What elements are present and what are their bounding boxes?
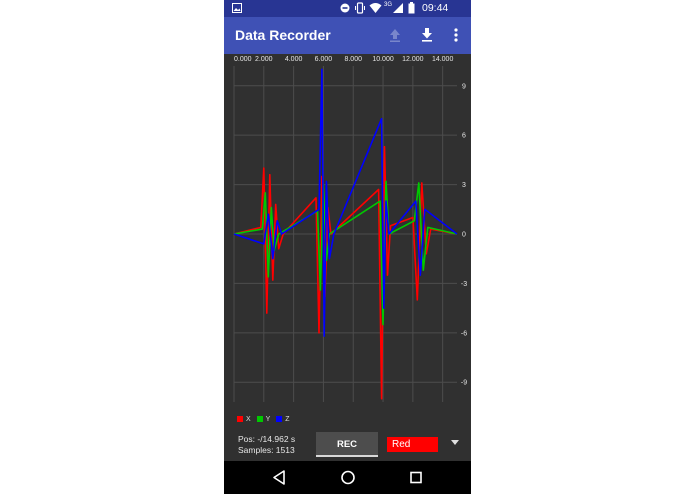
app-bar: Data Recorder: [224, 17, 471, 54]
legend-item-z: Z: [276, 416, 290, 423]
network-type-label: 3G: [384, 2, 393, 8]
x-tick-label: 10.000: [372, 56, 394, 63]
status-bar: 3G 09:44: [224, 0, 471, 17]
legend-label-z: Z: [285, 416, 290, 423]
navigation-bar: [224, 461, 471, 494]
legend-swatch-z: [276, 416, 283, 423]
legend-swatch-y: [256, 416, 263, 423]
x-tick-label: 14.000: [432, 56, 454, 63]
x-tick-label: 6.000: [315, 56, 333, 63]
dropdown-arrow-icon[interactable]: [451, 440, 459, 445]
legend-label-y: Y: [265, 416, 271, 423]
legend-item-x: X: [237, 416, 251, 423]
status-time: 09:44: [422, 2, 449, 14]
position-readout: Pos: -/14.962 s: [238, 434, 296, 444]
x-tick-label: 8.000: [344, 56, 362, 63]
y-tick-label: 0: [462, 232, 466, 239]
x-tick-label: 4.000: [285, 56, 303, 63]
app-title: Data Recorder: [235, 27, 331, 43]
battery-icon: [408, 2, 415, 14]
samples-count: Samples: 1513: [238, 445, 295, 455]
x-tick-label: 2.000: [255, 56, 273, 63]
y-tick-label: 9: [462, 83, 466, 90]
plot-svg: 0.000 2.000 4.000 6.000 8.000 10.000 12.000 14.…: [233, 56, 467, 402]
image-icon: [232, 3, 242, 13]
legend-item-y: Y: [256, 416, 271, 423]
upload-icon[interactable]: [385, 25, 405, 45]
signal-icon: [393, 3, 403, 13]
y-tick-label: -9: [461, 380, 467, 387]
signal-plot[interactable]: 0.000 2.000 4.000 6.000 8.000 10.000 12.000 14.…: [224, 54, 471, 410]
color-select[interactable]: Red: [387, 437, 438, 452]
recording-info: Pos: -/14.962 s Samples: 1513: [238, 434, 295, 456]
back-icon[interactable]: [259, 461, 299, 494]
x-tick-label: 12.000: [402, 56, 424, 63]
vibrate-icon: [355, 2, 365, 14]
y-tick-label: -6: [461, 330, 467, 337]
y-tick-label: 3: [462, 182, 466, 189]
y-tick-label: -3: [461, 281, 467, 288]
legend-label-x: X: [246, 416, 251, 423]
wifi-icon: [369, 3, 382, 13]
more-vert-icon[interactable]: [446, 25, 466, 45]
rec-button[interactable]: REC: [316, 432, 378, 457]
home-icon[interactable]: [328, 461, 368, 494]
x-tick-label: 0.000: [234, 56, 252, 63]
dnd-icon: [340, 3, 350, 13]
y-tick-label: 6: [462, 133, 466, 140]
download-icon[interactable]: [417, 25, 437, 45]
legend-swatch-x: [237, 416, 243, 423]
phone-screen: 3G 09:44 Data Recorder 0.000 2.000 4.000 6.…: [224, 0, 471, 494]
recents-icon[interactable]: [396, 461, 436, 494]
legend: X Y Z: [237, 416, 294, 423]
